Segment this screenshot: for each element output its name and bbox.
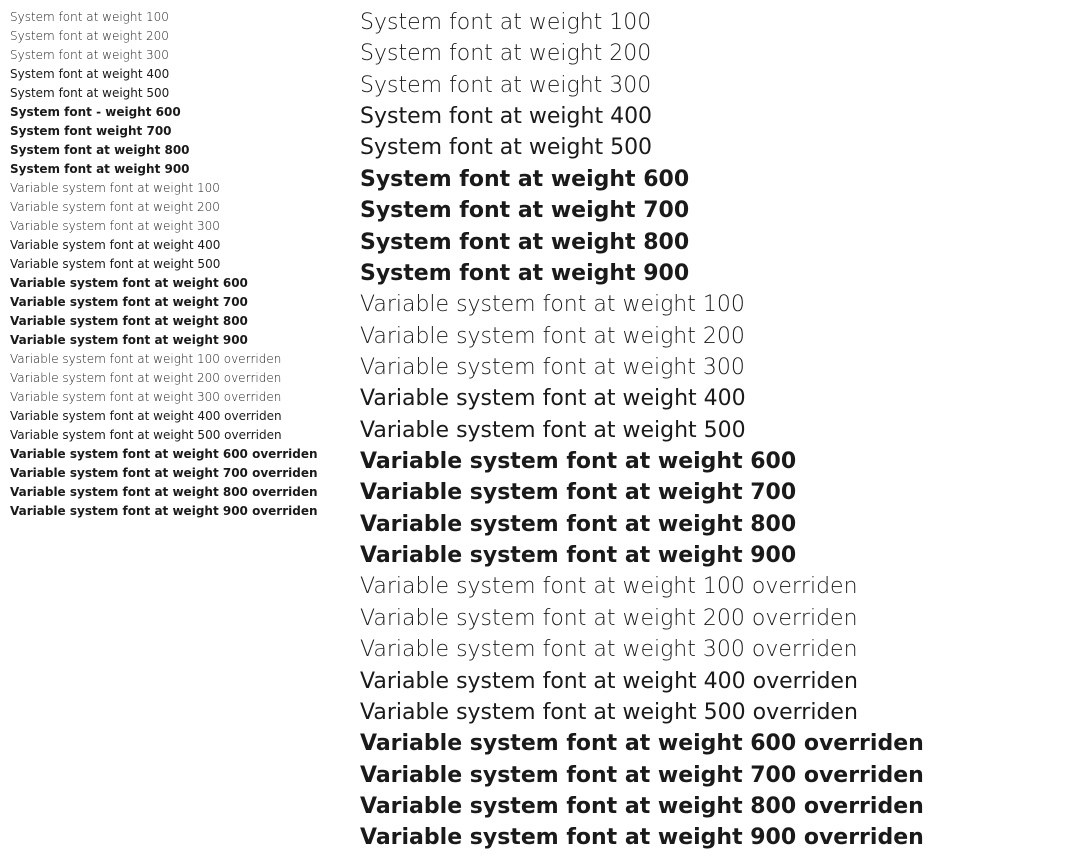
left-var-override-400: Variable system font at weight 400 overr… [10,407,330,425]
left-var-font-700: Variable system font at weight 700 [10,293,330,311]
right-var-override-400: Variable system font at weight 400 overr… [360,667,1056,697]
right-var-font-900: Variable system font at weight 900 [360,541,1056,571]
left-var-font-500: Variable system font at weight 500 [10,255,330,273]
right-system-font-900: System font at weight 900 [360,259,1056,289]
left-var-font-600: Variable system font at weight 600 [10,274,330,292]
right-var-override-900: Variable system font at weight 900 overr… [360,823,1056,853]
left-var-override-900: Variable system font at weight 900 overr… [10,502,330,520]
left-var-font-900: Variable system font at weight 900 [10,331,330,349]
left-column: System font at weight 100 System font at… [10,8,330,854]
left-var-override-100: Variable system font at weight 100 overr… [10,350,330,368]
left-var-override-700: Variable system font at weight 700 overr… [10,464,330,482]
right-var-override-200: Variable system font at weight 200 overr… [360,604,1056,634]
right-system-font-100: System font at weight 100 [360,8,1056,38]
right-var-font-700: Variable system font at weight 700 [360,478,1056,508]
left-var-override-800: Variable system font at weight 800 overr… [10,483,330,501]
left-system-font-900: System font at weight 900 [10,160,330,178]
left-system-font-400: System font at weight 400 [10,65,330,83]
right-system-font-600: System font at weight 600 [360,165,1056,195]
right-var-override-300: Variable system font at weight 300 overr… [360,635,1056,665]
left-var-font-300: Variable system font at weight 300 [10,217,330,235]
right-var-font-600: Variable system font at weight 600 [360,447,1056,477]
right-var-override-500: Variable system font at weight 500 overr… [360,698,1056,728]
left-system-font-300: System font at weight 300 [10,46,330,64]
left-var-font-100: Variable system font at weight 100 [10,179,330,197]
right-system-font-500: System font at weight 500 [360,133,1056,163]
right-var-override-600: Variable system font at weight 600 overr… [360,729,1056,759]
right-var-font-300: Variable system font at weight 300 [360,353,1056,383]
left-system-font-800: System font at weight 800 [10,141,330,159]
left-var-override-200: Variable system font at weight 200 overr… [10,369,330,387]
right-var-font-400: Variable system font at weight 400 [360,384,1056,414]
right-var-font-100: Variable system font at weight 100 [360,290,1056,320]
left-system-font-700: System font weight 700 [10,122,330,140]
right-var-override-700: Variable system font at weight 700 overr… [360,761,1056,791]
left-system-font-600: System font - weight 600 [10,103,330,121]
right-var-override-800: Variable system font at weight 800 overr… [360,792,1056,822]
left-var-font-200: Variable system font at weight 200 [10,198,330,216]
left-system-font-100: System font at weight 100 [10,8,330,26]
right-column: System font at weight 100 System font at… [330,8,1056,854]
left-system-font-500: System font at weight 500 [10,84,330,102]
left-system-font-200: System font at weight 200 [10,27,330,45]
right-system-font-700: System font at weight 700 [360,196,1056,226]
left-var-font-800: Variable system font at weight 800 [10,312,330,330]
left-var-override-300: Variable system font at weight 300 overr… [10,388,330,406]
right-system-font-400: System font at weight 400 [360,102,1056,132]
left-var-override-600: Variable system font at weight 600 overr… [10,445,330,463]
right-system-font-300: System font at weight 300 [360,71,1056,101]
left-var-font-400: Variable system font at weight 400 [10,236,330,254]
right-var-font-500: Variable system font at weight 500 [360,416,1056,446]
right-var-font-200: Variable system font at weight 200 [360,322,1056,352]
left-var-override-500: Variable system font at weight 500 overr… [10,426,330,444]
right-system-font-200: System font at weight 200 [360,39,1056,69]
right-var-override-100: Variable system font at weight 100 overr… [360,572,1056,602]
right-var-font-800: Variable system font at weight 800 [360,510,1056,540]
right-system-font-800: System font at weight 800 [360,228,1056,258]
